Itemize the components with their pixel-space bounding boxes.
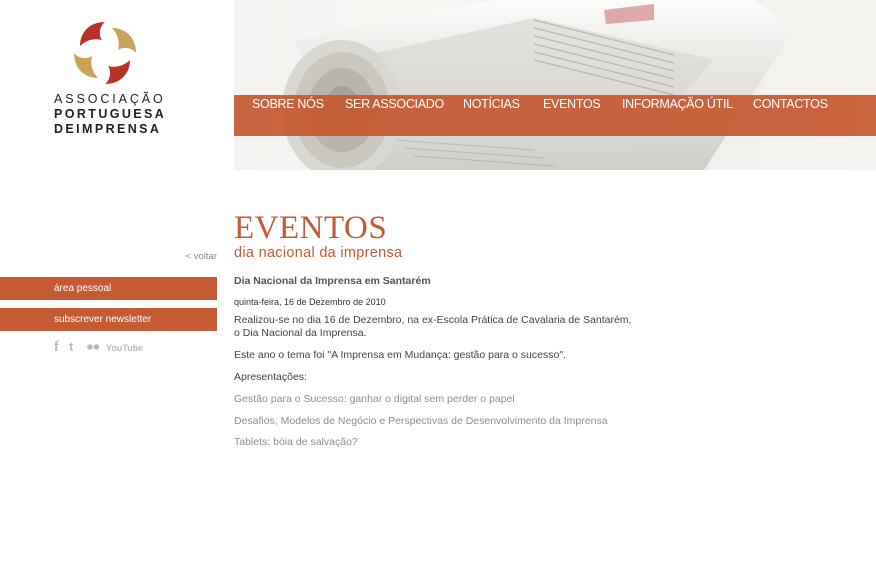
hero-newspaper-image bbox=[234, 0, 876, 170]
page-subtitle: dia nacional da imprensa bbox=[234, 245, 403, 261]
youtube-icon[interactable]: YouTube bbox=[106, 341, 143, 355]
nav-item-sobre-nos[interactable]: SOBRE NÓS bbox=[252, 97, 324, 111]
article-paragraph-3: Apresentações: bbox=[234, 371, 307, 383]
logo-mark-icon bbox=[74, 22, 136, 84]
logo-text: ASSOCIAÇÃO PORTUGUESA DEIMPRENSA bbox=[54, 92, 174, 137]
nav-item-informacao-util[interactable]: INFORMAÇÃO ÚTIL bbox=[622, 97, 733, 111]
article-title: Dia Nacional da Imprensa em Santarém bbox=[234, 275, 431, 287]
presentation-link-3[interactable]: Tablets: bóia de salvação? bbox=[234, 436, 358, 448]
flickr-icon[interactable] bbox=[86, 340, 100, 354]
page-title: EVENTOS bbox=[234, 210, 388, 246]
nav-item-contactos[interactable]: CONTACTOS bbox=[753, 97, 828, 111]
logo-line-3: DEIMPRENSA bbox=[54, 122, 162, 136]
newspaper-roll-illustration bbox=[282, 0, 794, 170]
presentation-link-2[interactable]: Desafios, Modelos de Negócio e Perspecti… bbox=[234, 415, 608, 427]
newsletter-label: subscrever newsletter bbox=[54, 314, 152, 325]
flickr-dots bbox=[87, 344, 100, 350]
facebook-icon[interactable]: f bbox=[54, 340, 59, 355]
article-date: quinta-feira, 16 de Dezembro de 2010 bbox=[234, 297, 386, 307]
nav-item-ser-associado[interactable]: SER ASSOCIADO bbox=[345, 97, 444, 111]
newsletter-button[interactable]: subscrever newsletter bbox=[0, 308, 217, 331]
presentation-link-1[interactable]: Gestão para o Sucesso: ganhar o digital … bbox=[234, 393, 515, 405]
twitter-icon[interactable]: t bbox=[69, 340, 73, 354]
site-logo[interactable]: ASSOCIAÇÃO PORTUGUESA DEIMPRENSA bbox=[0, 0, 234, 170]
main-nav: SOBRE NÓS SER ASSOCIADO NOTÍCIAS EVENTOS… bbox=[234, 95, 876, 136]
article-paragraph-2: Este ano o tema foi "A Imprensa em Mudan… bbox=[234, 349, 566, 361]
nav-item-noticias[interactable]: NOTÍCIAS bbox=[463, 97, 520, 111]
back-link[interactable]: < voltar bbox=[186, 251, 217, 262]
logo-line-1: ASSOCIAÇÃO bbox=[54, 92, 166, 106]
area-pessoal-button[interactable]: área pessoal bbox=[0, 277, 217, 300]
logo-line-2: PORTUGUESA bbox=[54, 107, 167, 121]
nav-item-eventos[interactable]: EVENTOS bbox=[543, 97, 601, 111]
youtube-label: YouTube bbox=[106, 343, 144, 353]
area-pessoal-label: área pessoal bbox=[54, 283, 112, 294]
article-paragraph-1: Realizou-se no dia 16 de Dezembro, na ex… bbox=[234, 314, 632, 339]
